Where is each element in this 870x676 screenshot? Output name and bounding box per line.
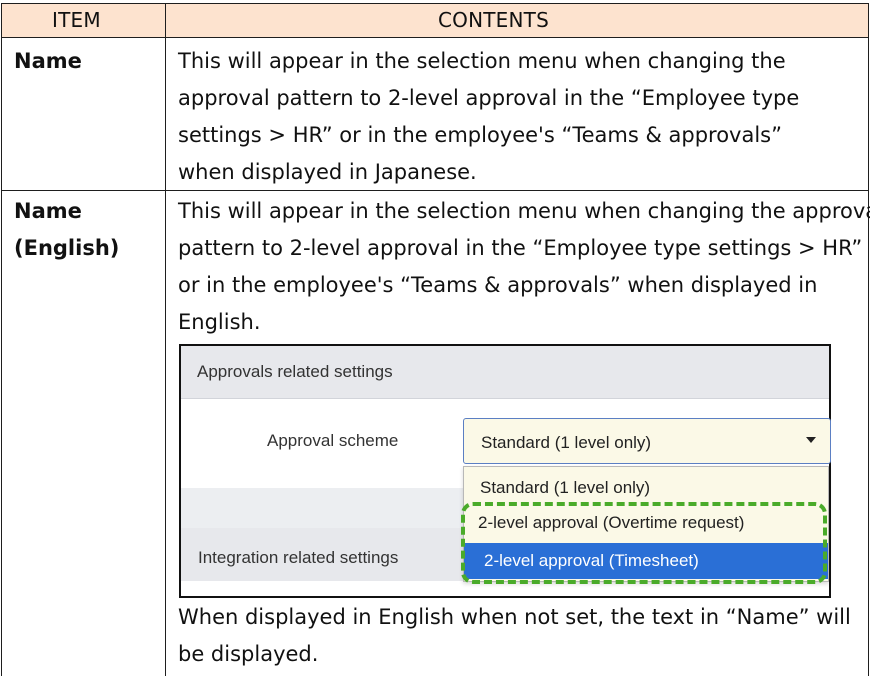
content-line: When displayed in English when not set, … bbox=[178, 605, 851, 629]
table-border-middle bbox=[165, 3, 166, 676]
approval-scheme-label: Approval scheme bbox=[267, 431, 399, 450]
approval-scheme-select[interactable]: Standard (1 level only) bbox=[463, 418, 831, 464]
table-border-header bbox=[1, 37, 869, 38]
approval-settings-screenshot: Approvals related settings Integration r… bbox=[179, 344, 831, 598]
option-standard[interactable]: Standard (1 level only) bbox=[464, 473, 828, 503]
item-contents-table: ITEM CONTENTS Name This will appear in t… bbox=[0, 0, 870, 676]
table-header-row bbox=[2, 3, 868, 37]
approval-scheme-dropdown: Standard (1 level only) 2-level approval… bbox=[463, 466, 829, 582]
integration-section-title: Integration related settings bbox=[198, 548, 399, 567]
header-item: ITEM bbox=[52, 8, 101, 32]
content-line: This will appear in the selection menu w… bbox=[178, 199, 870, 223]
approvals-section-title: Approvals related settings bbox=[197, 362, 393, 381]
content-line: settings > HR” or in the employee's “Tea… bbox=[178, 123, 782, 147]
header-contents: CONTENTS bbox=[438, 8, 549, 32]
option-2-level-overtime[interactable]: 2-level approval (Overtime request) bbox=[464, 505, 828, 541]
table-border-left bbox=[1, 3, 2, 676]
select-value: Standard (1 level only) bbox=[481, 433, 652, 452]
item-line: Name bbox=[14, 199, 82, 223]
content-line: This will appear in the selection menu w… bbox=[178, 49, 786, 73]
caret-down-icon bbox=[806, 437, 816, 443]
content-line: be displayed. bbox=[178, 642, 319, 666]
content-line: English. bbox=[178, 310, 261, 334]
table-border-top bbox=[1, 3, 869, 4]
content-line: pattern to 2-level approval in the “Empl… bbox=[178, 236, 863, 260]
content-line: when displayed in Japanese. bbox=[178, 160, 477, 184]
row-contents-name: This will appear in the selection menu w… bbox=[178, 43, 860, 191]
option-2-level-timesheet[interactable]: 2-level approval (Timesheet) bbox=[464, 543, 828, 579]
item-line: (English) bbox=[14, 236, 120, 260]
table-border-right bbox=[868, 3, 869, 676]
row-contents-name-english: This will appear in the selection menu w… bbox=[178, 193, 870, 341]
row-item-name-english: Name (English) bbox=[14, 193, 119, 267]
row-contents-note: When displayed in English when not set, … bbox=[178, 599, 860, 673]
content-line: or in the employee's “Teams & approvals”… bbox=[178, 273, 818, 297]
content-line: approval pattern to 2-level approval in … bbox=[178, 86, 800, 110]
row-item-name: Name bbox=[14, 49, 82, 73]
